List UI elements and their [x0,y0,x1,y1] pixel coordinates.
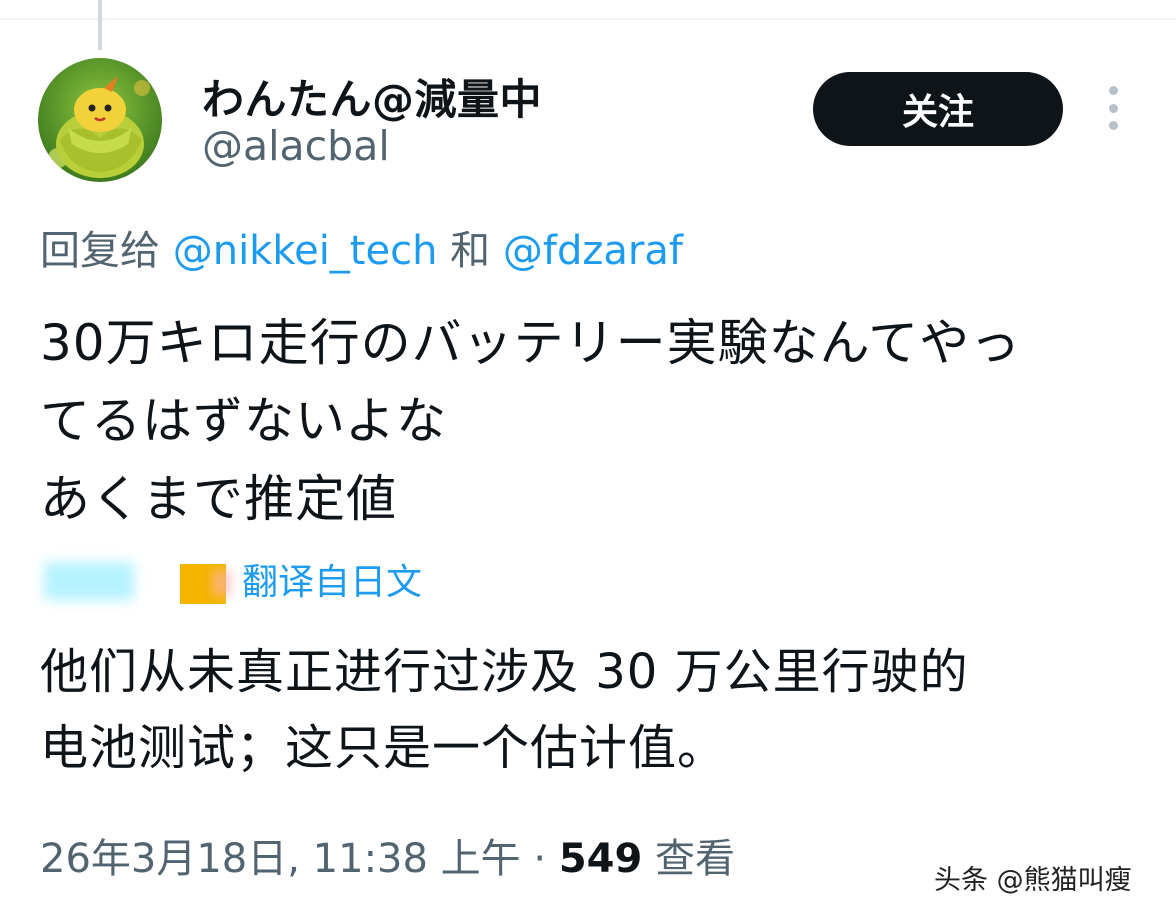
reply-mention-fdzaraf[interactable]: @fdzaraf [503,228,683,274]
follow-button[interactable]: 关注 [813,72,1063,146]
tweet-text: 30万キロ走行のバッテリー実験なんてやっ てるはずないよな あくまで推定値 [40,304,1150,538]
avatar[interactable] [38,58,162,182]
reply-conjunction: 和 [450,228,491,274]
tweet-meta: 26年3月18日, 11:38 上午 · 549 查看 [40,826,735,884]
more-dot [1108,103,1118,113]
tweet-text-line: てるはずないよな [40,392,447,450]
top-divider [0,18,1176,20]
tweet-text-line: あくまで推定値 [40,470,397,528]
view-label: 查看 [655,836,736,882]
more-dot [1108,121,1118,130]
thread-connector-line [98,0,102,50]
reply-prefix: 回复给 [40,228,160,274]
translated-text-line: 电池测试；这只是一个估计值。 [40,720,727,776]
translated-text: 他们从未真正进行过涉及 30 万公里行驶的 电池测试；这只是一个估计值。 [40,634,1150,786]
timestamp[interactable]: 26年3月18日, 11:38 上午 [40,836,521,882]
user-handle[interactable]: @alacbal [202,122,390,170]
more-vertical-icon[interactable] [1098,86,1128,130]
tweet-text-line: 30万キロ走行のバッテリー実験なんてやっ [40,314,1022,372]
watermark: 头条 @熊猫叫瘦 [934,865,1132,896]
view-count: 549 [558,836,643,882]
display-name[interactable]: わんたん@減量中 [202,66,542,127]
translation-row: 翻译自日文 [40,553,422,605]
tweet-page: わんたん@減量中 @alacbal 关注 回复给 @nikkei_tech 和 … [0,0,1176,918]
translation-provider-logo [40,556,232,604]
translated-from-link[interactable]: 翻译自日文 [242,553,422,605]
translated-text-line: 他们从未真正进行过涉及 30 万公里行驶的 [40,644,969,700]
avatar-image [38,58,162,182]
reply-mention-nikkei-tech[interactable]: @nikkei_tech [173,228,438,274]
more-dot [1108,86,1118,95]
meta-separator: · [533,836,547,882]
reply-context: 回复给 @nikkei_tech 和 @fdzaraf [40,218,683,276]
